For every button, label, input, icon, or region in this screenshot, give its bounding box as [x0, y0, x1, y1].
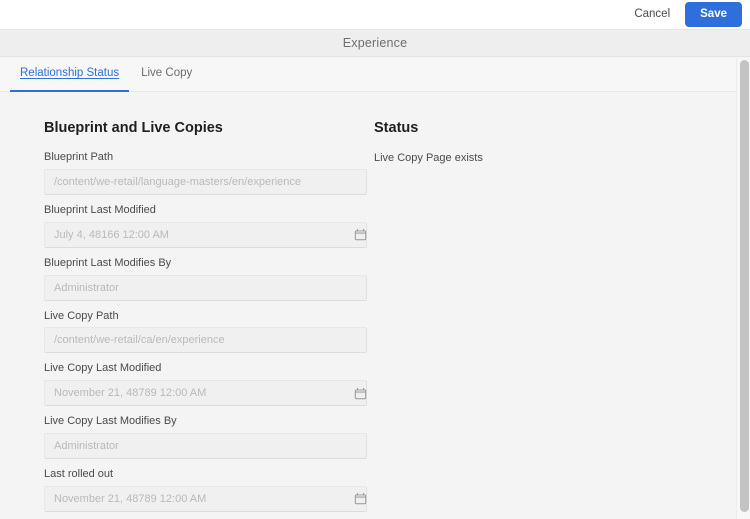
status-badge: Live Copy Page exists — [374, 152, 483, 165]
field-live-copy-last-modifies-by-label: Live Copy Last Modifies By — [44, 415, 177, 428]
page-title: Experience — [342, 36, 408, 50]
live-copy-last-modified-input[interactable] — [44, 380, 367, 407]
field-last-rolled-out-wrap — [44, 485, 374, 512]
scrollbar-thumb[interactable] — [740, 60, 749, 512]
tab-relationship-status[interactable]: Relationship Status — [9, 58, 130, 92]
blueprint-and-live-copies-section: Blueprint and Live Copies Blueprint Path… — [44, 120, 374, 519]
field-live-copy-last-modified: Live Copy Last Modified — [44, 362, 374, 407]
blueprint-last-modifies-by-input[interactable] — [44, 274, 367, 301]
field-live-copy-path-wrap — [44, 327, 374, 354]
blueprint-section-title: Blueprint and Live Copies — [44, 120, 223, 136]
field-last-rolled-out: Last rolled out — [44, 468, 374, 512]
last-rolled-out-input[interactable] — [44, 485, 367, 512]
live-copy-last-modified-calendar-button[interactable] — [347, 381, 373, 405]
calendar-icon — [354, 492, 367, 505]
field-live-copy-last-modifies-by: Live Copy Last Modifies By — [44, 415, 374, 459]
field-blueprint-last-modified-wrap — [44, 221, 374, 248]
field-blueprint-last-modified-label: Blueprint Last Modified — [44, 204, 156, 217]
live-copy-path-input[interactable] — [44, 327, 367, 354]
field-live-copy-last-modified-wrap — [44, 380, 374, 407]
field-blueprint-last-modifies-by-label: Blueprint Last Modifies By — [44, 256, 172, 269]
field-live-copy-last-modifies-by-wrap — [44, 432, 374, 459]
tab-live-copy-label: Live Copy — [141, 67, 193, 79]
last-rolled-out-calendar-button[interactable] — [347, 487, 373, 511]
status-section: Status Live Copy Page exists — [374, 120, 624, 166]
field-blueprint-path-label: Blueprint Path — [44, 151, 114, 164]
field-last-rolled-out-label: Last rolled out — [44, 467, 114, 480]
tab-relationship-status-label: Relationship Status — [20, 67, 120, 79]
field-blueprint-path: Blueprint Path — [44, 151, 374, 196]
tab-live-copy[interactable]: Live Copy — [130, 58, 203, 92]
save-button[interactable]: Save — [685, 1, 742, 28]
blueprint-last-modified-calendar-button[interactable] — [347, 223, 373, 247]
cancel-button[interactable]: Cancel — [625, 4, 679, 26]
blueprint-path-input[interactable] — [44, 169, 367, 196]
two-column-layout: Blueprint and Live Copies Blueprint Path… — [0, 120, 742, 519]
content-area: Blueprint and Live Copies Blueprint Path… — [0, 92, 742, 519]
field-blueprint-path-wrap — [44, 169, 374, 196]
field-blueprint-last-modified: Blueprint Last Modified — [44, 204, 374, 248]
field-blueprint-last-modifies-by: Blueprint Last Modifies By — [44, 257, 374, 301]
field-blueprint-last-modifies-by-wrap — [44, 274, 374, 301]
blueprint-last-modified-input[interactable] — [44, 221, 367, 248]
action-bar: Cancel Save — [0, 0, 750, 29]
vertical-scrollbar[interactable] — [736, 58, 750, 519]
live-copy-last-modifies-by-input[interactable] — [44, 432, 367, 459]
live-copy-properties-panel: Cancel Save Experience Relationship Stat… — [0, 0, 750, 519]
calendar-icon — [354, 387, 367, 400]
field-live-copy-path-label: Live Copy Path — [44, 309, 119, 322]
calendar-icon — [354, 228, 367, 241]
title-strip: Experience — [0, 29, 750, 57]
field-live-copy-path: Live Copy Path — [44, 310, 374, 354]
status-section-title: Status — [374, 120, 419, 136]
field-live-copy-last-modified-label: Live Copy Last Modified — [44, 362, 162, 375]
tab-bar: Relationship Status Live Copy — [0, 58, 750, 92]
